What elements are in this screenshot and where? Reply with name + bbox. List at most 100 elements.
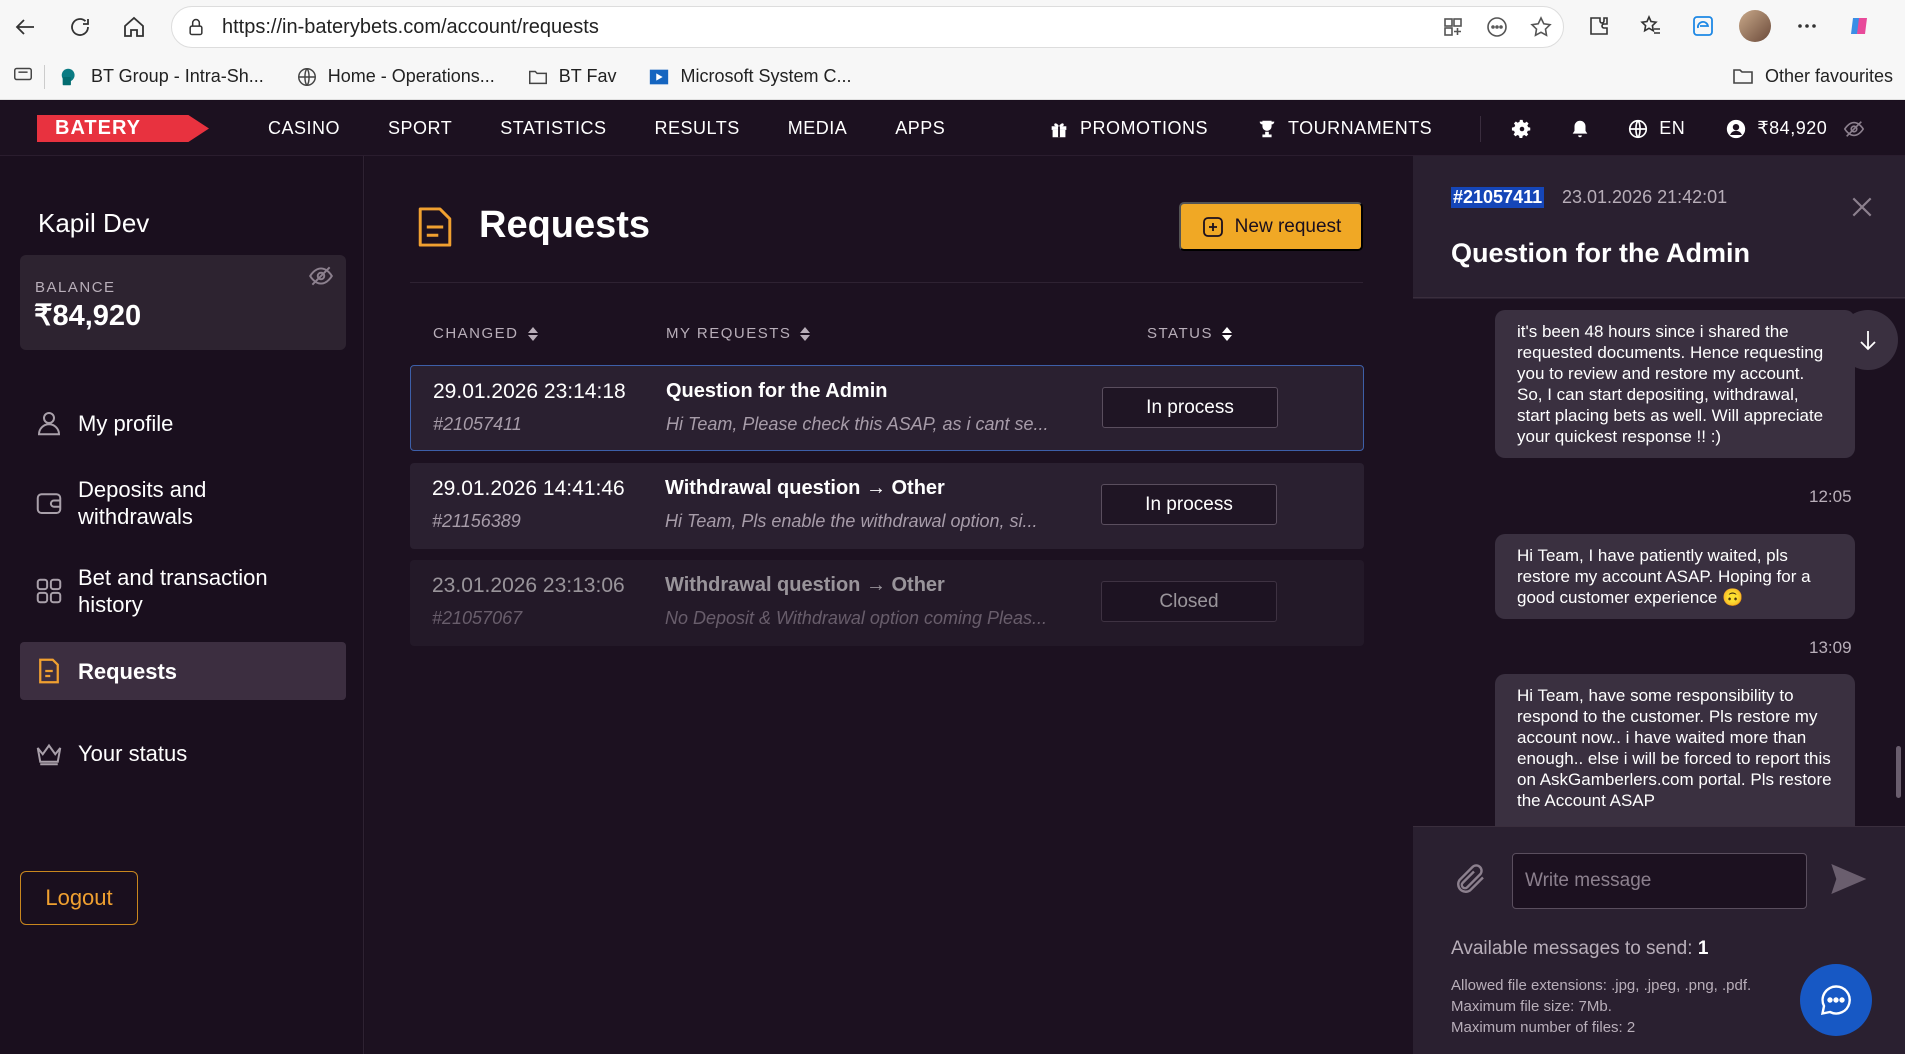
sidebar-item-label: Bet and transaction history	[78, 565, 268, 617]
column-changed[interactable]: CHANGED	[433, 325, 539, 342]
refresh-icon[interactable]	[60, 7, 100, 47]
table-row[interactable]: 29.01.2026 23:14:18 #21057411 Question f…	[410, 365, 1364, 451]
request-id: #21057411	[433, 414, 522, 434]
other-favourites[interactable]: Other favourites	[1731, 64, 1893, 88]
account-sidebar: Kapil Dev BALANCE ₹84,920 My profile Dep…	[0, 156, 364, 1054]
nav-promotions[interactable]: PROMOTIONS	[1048, 118, 1208, 140]
column-label: MY REQUESTS	[666, 325, 792, 342]
hide-balance-icon[interactable]	[1843, 118, 1865, 140]
header-balance-value: ₹84,920	[1757, 118, 1828, 138]
request-chat-panel: #21057411 23.01.2026 21:42:01 Question f…	[1413, 156, 1905, 1054]
request-id: #21057067	[432, 608, 523, 628]
bookmark-label: BT Fav	[558, 66, 617, 86]
browser-toolbar: https://in-baterybets.com/account/reques…	[0, 0, 1905, 54]
column-label: STATUS	[1147, 325, 1213, 342]
table-row[interactable]: 29.01.2026 14:41:46 #21156389 Withdrawal…	[410, 463, 1364, 549]
chat-header: #21057411 23.01.2026 21:42:01 Question f…	[1413, 156, 1905, 298]
nav-statistics[interactable]: STATISTICS	[500, 118, 606, 139]
hide-balance-icon[interactable]	[308, 263, 334, 289]
available-messages: Available messages to send: 1	[1451, 938, 1708, 960]
nav-tournaments[interactable]: TOURNAMENTS	[1256, 118, 1432, 140]
bell-icon[interactable]	[1569, 118, 1591, 140]
table-row[interactable]: 23.01.2026 23:13:06 #21057067 Withdrawal…	[410, 560, 1364, 646]
support-chat-button[interactable]	[1800, 964, 1872, 1036]
user-circle-icon	[1727, 119, 1746, 138]
bookmark-bt-fav[interactable]: BT Fav	[527, 66, 617, 88]
back-icon[interactable]	[6, 7, 46, 47]
chat-bubble-icon	[1820, 985, 1851, 1016]
edge-icon[interactable]	[1684, 7, 1722, 45]
new-request-button[interactable]: New request	[1179, 202, 1363, 251]
column-status[interactable]: STATUS	[1147, 325, 1233, 342]
chat-message: it's been 48 hours since i shared the re…	[1495, 310, 1855, 458]
gift-icon	[1051, 122, 1067, 137]
send-icon[interactable]	[1826, 859, 1870, 899]
nav-casino[interactable]: CASINO	[268, 118, 340, 139]
request-date: 29.01.2026 23:14:18	[433, 380, 626, 403]
bookmark-microsoft-system[interactable]: Microsoft System C...	[648, 66, 852, 88]
site-header: BATERY CASINO SPORT STATISTICS RESULTS M…	[0, 101, 1905, 156]
request-snippet: No Deposit & Withdrawal option coming Pl…	[665, 608, 1048, 628]
chat-scrollbar[interactable]	[1896, 746, 1901, 798]
nav-results[interactable]: RESULTS	[655, 118, 740, 139]
more-tools-icon[interactable]	[1485, 15, 1509, 39]
extensions-icon[interactable]	[1580, 7, 1618, 45]
bookmark-bt-group[interactable]: BT Group - Intra-Sh...	[59, 66, 264, 88]
batery-logo[interactable]: BATERY	[37, 115, 209, 142]
request-title: Withdrawal question → Other	[665, 574, 945, 596]
file-info: Allowed file extensions: .jpg, .jpeg, .p…	[1451, 975, 1751, 1038]
paperclip-icon[interactable]	[1453, 861, 1489, 897]
sidebar-item-label: Your status	[78, 740, 188, 766]
chat-messages[interactable]: it's been 48 hours since i shared the re…	[1413, 299, 1905, 826]
column-my-requests[interactable]: MY REQUESTS	[666, 325, 811, 342]
more-menu-icon[interactable]	[1788, 7, 1826, 45]
language-selector[interactable]: EN	[1627, 118, 1685, 140]
folder-icon	[528, 70, 547, 84]
site-info-icon[interactable]	[186, 17, 206, 37]
app-available-icon[interactable]	[1441, 15, 1465, 39]
profile-avatar[interactable]	[1736, 7, 1774, 45]
bookmark-label: Microsoft System C...	[680, 66, 852, 86]
request-title: Withdrawal question → Other	[665, 477, 945, 499]
available-count: 1	[1697, 938, 1709, 959]
new-request-label: New request	[1234, 215, 1342, 237]
close-icon[interactable]	[1849, 194, 1875, 220]
home-icon[interactable]	[114, 7, 154, 47]
address-bar[interactable]: https://in-baterybets.com/account/reques…	[171, 6, 1564, 48]
chat-date: 23.01.2026 21:42:01	[1562, 187, 1728, 207]
tab-actions-icon[interactable]	[12, 63, 34, 90]
sidebar-item-your-status[interactable]: Your status	[20, 724, 346, 782]
balance-card: BALANCE ₹84,920	[20, 255, 346, 350]
username: Kapil Dev	[38, 208, 150, 238]
request-date: 23.01.2026 23:13:06	[432, 574, 625, 597]
message-input[interactable]	[1512, 853, 1807, 909]
account-balance[interactable]: ₹84,920	[1725, 118, 1827, 140]
request-date: 29.01.2026 14:41:46	[432, 477, 625, 500]
chat-message: Hi Team, have some responsibility to res…	[1495, 674, 1855, 826]
bookmark-home-operations[interactable]: Home - Operations...	[296, 66, 495, 88]
settings-icon[interactable]	[1511, 118, 1533, 140]
crown-icon	[36, 743, 62, 766]
logout-button[interactable]: Logout	[20, 871, 138, 925]
sidebar-item-requests[interactable]: Requests	[20, 642, 346, 700]
favorites-icon[interactable]	[1632, 7, 1670, 45]
nav-sport[interactable]: SPORT	[388, 118, 452, 139]
nav-apps[interactable]: APPS	[895, 118, 945, 139]
bookmark-label: BT Group - Intra-Sh...	[91, 66, 264, 86]
globe-icon	[297, 67, 316, 86]
sidebar-item-bet-history[interactable]: Bet and transaction history	[20, 554, 280, 628]
sidebar-item-deposits[interactable]: Deposits and withdrawals	[20, 466, 270, 540]
sidebar-menu: My profile Deposits and withdrawals Bet …	[20, 396, 346, 782]
scroll-down-button[interactable]	[1838, 310, 1898, 370]
sort-icon	[527, 326, 538, 341]
balance-label: BALANCE	[35, 279, 116, 296]
sort-icon	[800, 326, 811, 341]
sidebar-item-my-profile[interactable]: My profile	[20, 396, 346, 450]
sidebar-item-label: Deposits and withdrawals	[78, 477, 207, 529]
file-count-text: Maximum number of files: 2	[1451, 1019, 1636, 1036]
message-time: 12:05	[1809, 487, 1852, 506]
copilot-icon[interactable]	[1840, 7, 1878, 45]
chat-request-id: #21057411	[1451, 187, 1545, 208]
nav-media[interactable]: MEDIA	[788, 118, 848, 139]
favorite-star-icon[interactable]	[1529, 15, 1553, 39]
